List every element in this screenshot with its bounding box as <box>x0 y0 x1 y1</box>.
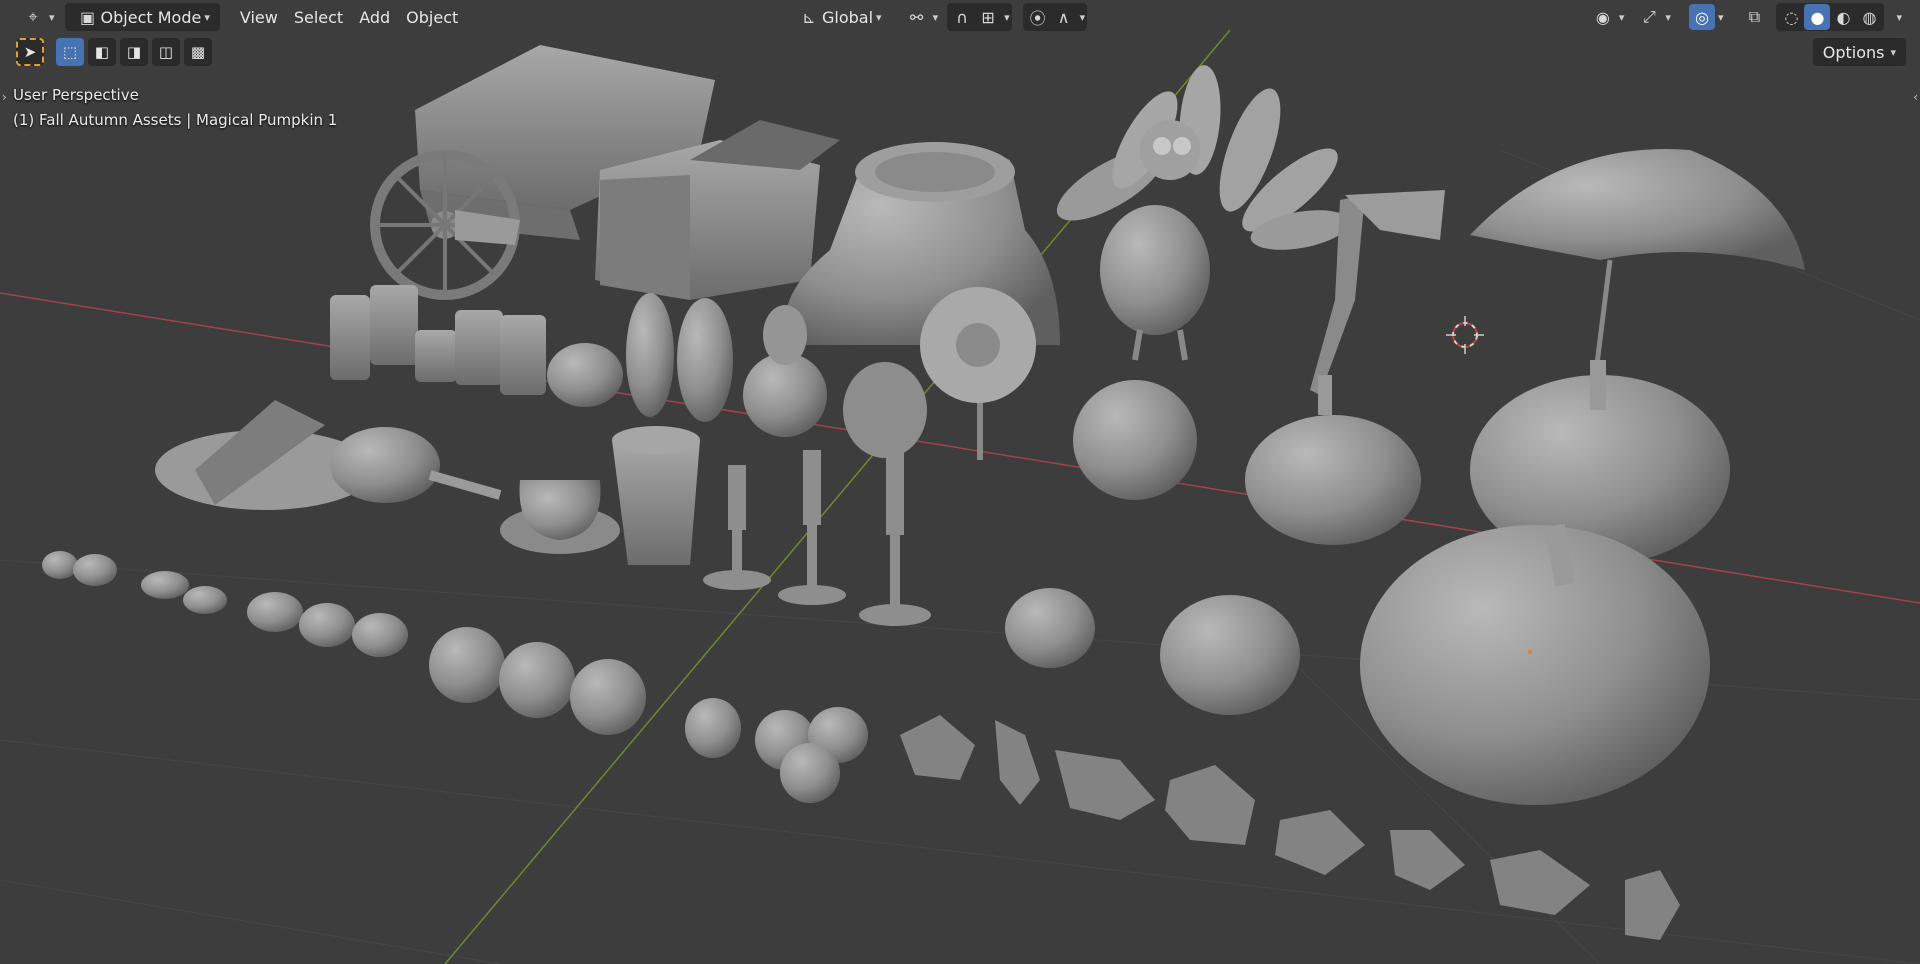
proportional-edit-group: ⦿ ∧ ▾ <box>1022 3 1088 31</box>
menu-object[interactable]: Object <box>398 3 466 31</box>
chevron-down-icon[interactable]: ▾ <box>1080 11 1086 24</box>
gizmo-toggle[interactable]: ⤢ ▾ <box>1630 3 1677 31</box>
mushrooms-model[interactable] <box>42 551 408 657</box>
chevron-down-icon: ▾ <box>204 10 210 24</box>
toolbar-expand-icon[interactable]: › <box>2 90 7 104</box>
umbrella-model[interactable] <box>1470 149 1805 381</box>
select-subtract-button[interactable]: ◨ <box>120 38 148 66</box>
chevron-down-icon: ▾ <box>1618 10 1625 24</box>
proportional-edit-icon[interactable]: ⦿ <box>1025 4 1051 30</box>
transform-orientation-label: Global <box>822 7 874 27</box>
teacup-model[interactable] <box>500 480 620 554</box>
menu-add[interactable]: Add <box>351 3 398 31</box>
select-tool-button[interactable]: ➤ <box>16 38 44 66</box>
editor-type-button[interactable]: ⌖ ▾ <box>14 3 61 31</box>
object-mode-icon: ▣ <box>79 7 96 27</box>
mode-dropdown[interactable]: ▣ Object Mode ▾ <box>64 3 220 31</box>
overlay-icon: ◎ <box>1688 4 1715 30</box>
select-intersect-button[interactable]: ▩ <box>184 38 212 66</box>
candlesticks-model[interactable] <box>703 430 931 626</box>
select-extend-icon: ◧ <box>94 43 110 61</box>
options-label: Options <box>1822 42 1885 62</box>
solid-shading-icon[interactable]: ● <box>1804 4 1831 30</box>
xray-icon: ⧉ <box>1748 7 1761 26</box>
candles-model[interactable] <box>330 285 546 395</box>
rendered-shading-icon[interactable]: ◍ <box>1856 4 1882 30</box>
axes-icon: ⊾ <box>802 7 816 27</box>
pivot-point-dropdown[interactable]: ⚯ ▾ <box>898 3 945 31</box>
3d-viewport[interactable]: ⌖ ▾ ▣ Object Mode ▾ View Select Add Objec… <box>0 0 1920 964</box>
falloff-curve-icon[interactable]: ∧ <box>1051 4 1077 30</box>
coffee-cup-model[interactable] <box>612 426 700 565</box>
magnet-icon[interactable]: ∩ <box>949 4 975 30</box>
select-intersect-icon: ▩ <box>190 43 206 61</box>
select-subtract-icon: ◨ <box>126 43 142 61</box>
eye-icon: ◉ <box>1595 7 1610 27</box>
shading-options-dropdown[interactable]: ▾ <box>1887 3 1908 31</box>
snap-group: ∩ ⊞ ▾ <box>947 3 1012 31</box>
camera-tripod-icon: ⌖ <box>28 7 38 26</box>
pumpkin-mini-model[interactable] <box>1005 588 1300 715</box>
viewport-scene[interactable] <box>0 0 1920 964</box>
viewport-header: ⌖ ▾ ▣ Object Mode ▾ View Select Add Objec… <box>0 0 1920 34</box>
select-box-icon: ⬚ <box>62 43 78 61</box>
magical-pumpkin-model[interactable] <box>1360 523 1710 805</box>
apples-model[interactable] <box>429 627 646 735</box>
gizmo-icon: ⤢ <box>1643 7 1656 26</box>
acorns-model[interactable] <box>685 698 868 803</box>
snap-target-icon[interactable]: ⊞ <box>975 4 1001 30</box>
chevron-down-icon: ▾ <box>1890 45 1896 59</box>
chevron-down-icon: ▾ <box>876 10 882 24</box>
overlays-toggle[interactable]: ◎ ▾ <box>1683 3 1730 31</box>
menu-select[interactable]: Select <box>286 3 351 31</box>
mode-label: Object Mode <box>100 7 202 27</box>
chevron-down-icon: ▾ <box>932 10 939 24</box>
3d-cursor[interactable] <box>1446 316 1484 354</box>
material-shading-icon[interactable]: ◐ <box>1830 4 1856 30</box>
visibility-dropdown[interactable]: ◉ ▾ <box>1584 3 1631 31</box>
pumpkin-medium-model[interactable] <box>1245 375 1421 545</box>
select-invert-button[interactable]: ◫ <box>152 38 180 66</box>
pumpkin-small-model[interactable] <box>1073 380 1197 500</box>
viewport-info-overlay: User Perspective (1) Fall Autumn Assets … <box>13 83 337 133</box>
drumstick-model[interactable] <box>330 427 502 503</box>
xray-toggle[interactable]: ⧉ <box>1735 3 1773 31</box>
select-new-button[interactable]: ⬚ <box>56 38 84 66</box>
gourds-model[interactable] <box>547 293 827 437</box>
select-extend-button[interactable]: ◧ <box>88 38 116 66</box>
options-dropdown[interactable]: Options ▾ <box>1812 38 1906 66</box>
chevron-down-icon: ▾ <box>1665 10 1671 24</box>
chevron-down-icon: ▾ <box>49 10 55 24</box>
select-invert-icon: ◫ <box>158 43 174 61</box>
selection-tool-row: ➤ ⬚ ◧ ◨ ◫ ▩ <box>16 38 212 66</box>
sidebar-expand-icon[interactable]: ‹ <box>1913 90 1918 104</box>
menu-view[interactable]: View <box>232 3 286 31</box>
sunflower-model[interactable] <box>920 287 1036 460</box>
chevron-down-icon: ▾ <box>1896 10 1902 24</box>
pinecone-model[interactable] <box>843 362 927 458</box>
turkey-model[interactable] <box>1047 63 1352 361</box>
wireframe-shading-icon[interactable]: ◌ <box>1778 4 1804 30</box>
view-name: User Perspective <box>13 86 139 104</box>
chevron-down-icon[interactable]: ▾ <box>1004 11 1010 24</box>
scene-info: (1) Fall Autumn Assets | Magical Pumpkin… <box>13 111 338 129</box>
link-icon: ⚯ <box>909 7 924 27</box>
transform-orientation-dropdown[interactable]: ⊾ Global ▾ <box>790 3 888 31</box>
chevron-down-icon: ▾ <box>1717 10 1724 24</box>
cursor-arrow-icon: ➤ <box>23 43 37 61</box>
shading-mode-group: ◌ ● ◐ ◍ <box>1776 3 1885 31</box>
